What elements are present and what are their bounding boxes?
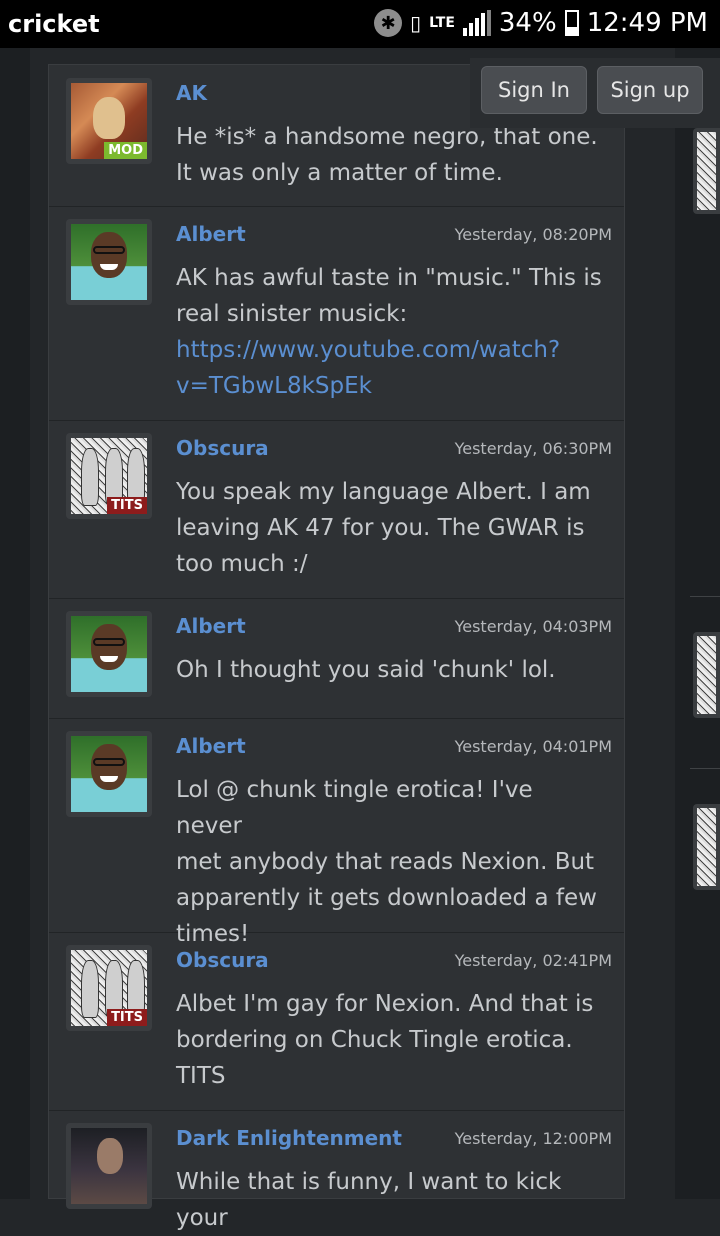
avatar[interactable]: [66, 219, 152, 305]
comment-timestamp: Yesterday, 04:01PM: [454, 737, 612, 756]
comment-text: He *is* a handsome negro, that one. It w…: [176, 124, 598, 186]
sidebar-avatar[interactable]: [693, 128, 720, 214]
mod-badge: MOD: [104, 142, 147, 159]
network-type: LTE: [429, 15, 455, 31]
comment-timestamp: Yesterday, 02:41PM: [454, 951, 612, 970]
user-badge: TITS: [107, 497, 147, 514]
divider: [690, 768, 720, 769]
vibrate-icon: ▯: [410, 11, 422, 35]
sign-up-button[interactable]: Sign up: [597, 66, 703, 114]
sidebar-avatar[interactable]: [693, 804, 720, 890]
comment-text: Oh I thought you said 'chunk' lol.: [176, 657, 556, 683]
user-badge: TITS: [107, 1009, 147, 1026]
comment-username[interactable]: Albert: [176, 734, 246, 758]
avatar[interactable]: [66, 731, 152, 817]
comment-item: TITS Obscura Yesterday, 02:41PM Albet I'…: [49, 932, 624, 1111]
comment-item: Albert Yesterday, 08:20PM AK has awful t…: [49, 206, 624, 421]
clock: 12:49 PM: [586, 8, 708, 38]
comment-text: Albet I'm gay for Nexion. And that is bo…: [176, 991, 594, 1089]
comment-timestamp: Yesterday, 08:20PM: [454, 225, 612, 244]
sign-in-button[interactable]: Sign In: [481, 66, 587, 114]
comment-username[interactable]: Albert: [176, 614, 246, 638]
comment-username[interactable]: Albert: [176, 222, 246, 246]
right-sidebar-edge: [675, 48, 720, 1199]
sidebar-avatar[interactable]: [693, 632, 720, 718]
comment-item: Albert Yesterday, 04:03PM Oh I thought y…: [49, 598, 624, 719]
comment-item: Albert Yesterday, 04:01PM Lol @ chunk ti…: [49, 718, 624, 947]
bluetooth-icon: ✱: [374, 9, 403, 37]
avatar[interactable]: [66, 611, 152, 697]
battery-icon: [564, 10, 579, 36]
comment-username[interactable]: Obscura: [176, 948, 269, 972]
youtube-link[interactable]: https://www.youtube.com/watch? v=TGbwL8k…: [176, 332, 604, 404]
battery-percent: 34%: [498, 8, 557, 38]
avatar[interactable]: MOD: [66, 78, 152, 164]
comment-timestamp: Yesterday, 04:03PM: [454, 617, 612, 636]
comment-username[interactable]: Obscura: [176, 436, 269, 460]
carrier-label: cricket: [8, 10, 100, 38]
comment-timestamp: Yesterday, 12:00PM: [454, 1129, 612, 1148]
divider: [690, 596, 720, 597]
comment-text: You speak my language Albert. I am leavi…: [176, 479, 591, 577]
comment-timestamp: Yesterday, 06:30PM: [454, 439, 612, 458]
avatar[interactable]: [66, 1123, 152, 1209]
comment-item: Dark Enlightenment Yesterday, 12:00PM Wh…: [49, 1110, 624, 1231]
comment-username[interactable]: Dark Enlightenment: [176, 1126, 402, 1150]
signal-bars-icon: [462, 10, 491, 36]
comment-item: TITS Obscura Yesterday, 06:30PM You spea…: [49, 420, 624, 599]
avatar[interactable]: TITS: [66, 945, 152, 1031]
comment-username[interactable]: AK: [176, 81, 207, 105]
status-bar: cricket ✱ ▯ LTE 34% 12:49 PM: [0, 0, 720, 48]
left-sidebar-edge: [0, 48, 30, 1199]
comment-text: While that is funny, I want to kick your: [176, 1169, 562, 1231]
avatar[interactable]: TITS: [66, 433, 152, 519]
comment-text: AK has awful taste in "music." This is r…: [176, 260, 604, 404]
comment-text: Lol @ chunk tingle erotica! I've never m…: [176, 777, 597, 947]
auth-bar: Sign In Sign up: [470, 58, 720, 128]
